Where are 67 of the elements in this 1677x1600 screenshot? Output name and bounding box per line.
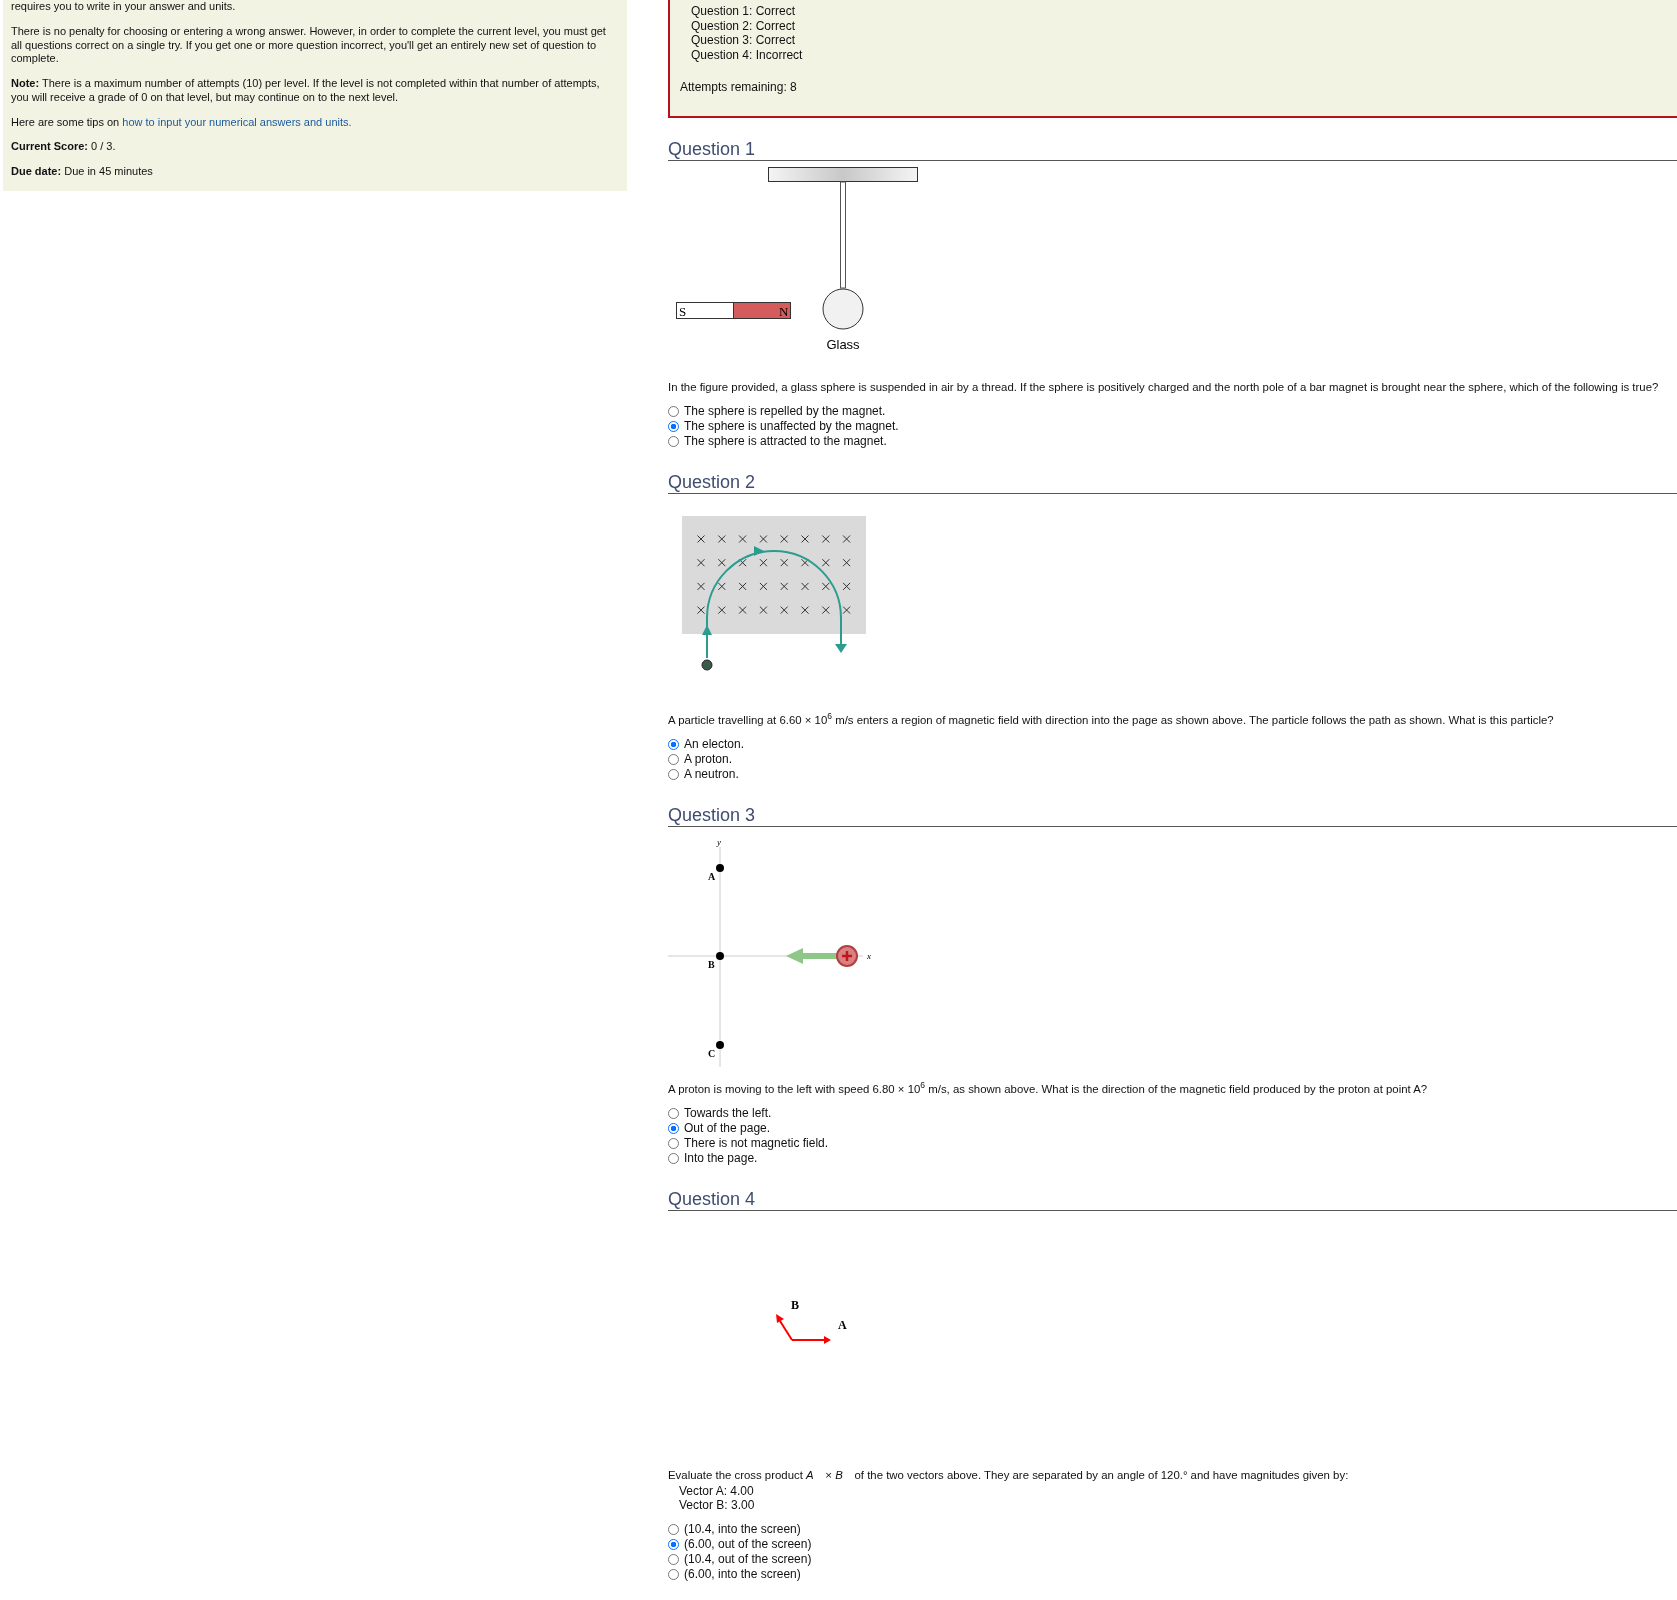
help-link[interactable]: how to input your numerical answers and units. [122,115,352,128]
vector-label: B [791,1297,799,1312]
note-paragraph: Note: There is a maximum number of attempts (10) per level. If the level is not completed within that number of attempts, you will receive a grade of 0 on that level, but may continue on to the next level. [11,77,601,105]
radio-button[interactable] [668,1152,679,1164]
answer-option-label[interactable]: The sphere is attracted to the magnet. [684,433,887,449]
result-text: Question 3: Correct [690,33,797,48]
radio-button[interactable] [668,753,679,765]
radio-button[interactable] [668,420,679,432]
question-text: A proton is moving to the left with speed 6.80 × 10$^{6}$ m/s, as shown above. What is the direction of the magnetic field produced by the proton at point A? [668,1080,1429,1097]
answer-option-label[interactable]: (10.4, into the screen) [684,1521,801,1537]
axis-label: x [867,950,871,961]
answer-option-label[interactable]: There is not magnetic field. [684,1135,829,1151]
sphere-label: Glass [826,336,860,352]
attempts-text: Attempts remaining: 8 [680,79,798,96]
point-label: A [708,870,716,882]
answer-option-label[interactable]: A proton. [684,751,733,767]
radio-button[interactable] [668,1568,679,1580]
radio-button[interactable] [668,768,679,780]
proton-drawing [836,944,858,967]
answer-option-label[interactable]: (6.00, out of the screen) [684,1536,812,1552]
radio-button[interactable] [668,1137,679,1149]
answer-option-label[interactable]: Out of the page. [684,1120,771,1136]
radio-button[interactable] [668,1523,679,1535]
point-dot [716,1040,724,1049]
question-text: Evaluate the cross product A⃗ × B⃗ of the two vectors above. They are separated by an angle of 120.° and have magnitudes given by: [668,1467,1350,1483]
magnet-pole-label: N [779,303,789,319]
answer-option-label[interactable]: (6.00, into the screen) [684,1566,801,1582]
point-label: B [708,958,715,970]
vector-label: A [838,1317,847,1332]
glass-sphere [822,288,864,330]
radio-button[interactable] [668,738,679,750]
score-text: Current Score: 0 / 3. [11,140,117,154]
particle [701,659,713,671]
question-text: In the figure provided, a glass sphere is suspended in air by a thread. If the sphere is positively charged and the north pole of a bar magnet is brought near the sphere, which of the following is true? [668,379,1660,395]
vector-magnitude-text: Vector A: 4.00 [678,1483,755,1498]
answer-option-label[interactable]: A neutron. [684,766,739,782]
question-text: A particle travelling at 6.60 × 10$^{6}$ m/s enters a region of magnetic field with direction into the page as shown above. The particle follows the path as shown. What is this particle? [668,711,1555,728]
question-heading: Question 2 [668,448,1677,494]
answer-option-label[interactable]: The sphere is unaffected by the magnet. [684,418,899,434]
radio-button[interactable] [668,1122,679,1134]
radio-button[interactable] [668,1538,679,1550]
radio-button[interactable] [668,1553,679,1565]
question-heading: Question 4 [668,1165,1677,1211]
point-dot [716,863,724,872]
radio-button[interactable] [668,1107,679,1119]
answer-option-label[interactable]: Towards the left. [684,1105,772,1121]
radio-button[interactable] [668,435,679,447]
vector-magnitude-text: Vector B: 3.00 [678,1497,756,1512]
due-date-text: Due date: Due in 45 minutes [11,165,154,179]
answer-option-label[interactable]: The sphere is repelled by the magnet. [684,403,886,419]
result-text: Question 2: Correct [690,18,797,33]
instruction-paragraph: requires you to write in your answer and units. [11,0,237,14]
axis-label: y [717,836,721,847]
answer-option-label[interactable]: Into the page. [684,1150,758,1166]
result-text: Question 1: Correct [690,4,797,19]
answer-option-label[interactable]: An electon. [684,736,745,752]
question-heading: Question 3 [668,781,1677,827]
tips-paragraph: Here are some tips on how to input your numerical answers and units. [11,115,353,130]
question-heading: Question 1 [668,118,1677,161]
velocity-arrow [786,947,838,964]
magnet-pole-label: S [679,303,687,319]
result-text: Question 4: Incorrect [690,47,804,62]
instruction-paragraph: There is no penalty for choosing or entering a wrong answer. However, in order to complete the current level, you must get all questions correct on a single try. If you get one or more question incorrect, you'll get an entirely new set of question to complete. [11,24,607,66]
radio-button[interactable] [668,405,679,417]
answer-option-label[interactable]: (10.4, out of the screen) [684,1551,812,1567]
point-dot [716,951,724,960]
point-label: C [708,1047,716,1059]
